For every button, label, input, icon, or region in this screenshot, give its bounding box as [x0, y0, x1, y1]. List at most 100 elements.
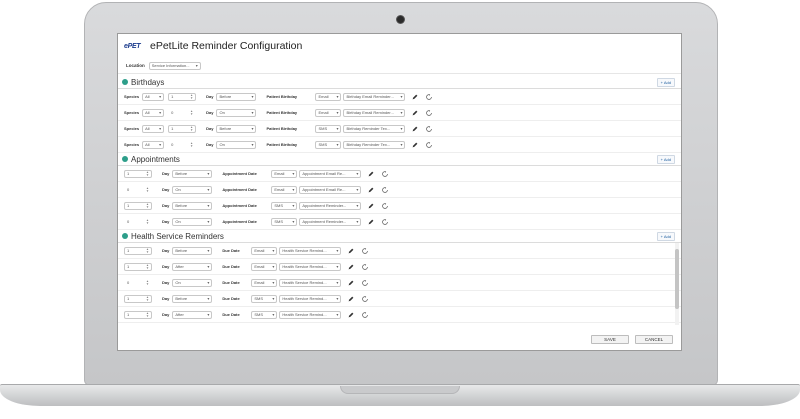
- day-select[interactable]: On ▾: [216, 140, 257, 149]
- collapse-toggle[interactable]: [122, 79, 128, 85]
- method-select[interactable]: SMS ▾: [315, 124, 342, 133]
- scrollbar-thumb[interactable]: [675, 249, 679, 309]
- stepper-arrows-icon: ▲ ▼: [146, 201, 149, 209]
- day-select[interactable]: Before ▾: [216, 92, 257, 101]
- reset-icon[interactable]: [361, 295, 369, 303]
- quantity-stepper[interactable]: 0 ▲ ▼: [124, 186, 152, 194]
- quantity-stepper[interactable]: 0 ▲ ▼: [124, 279, 152, 287]
- template-select[interactable]: Health Service Remind... ▾: [279, 278, 342, 287]
- template-select[interactable]: Birthday Email Reminder... ▾: [343, 92, 406, 101]
- reset-icon[interactable]: [381, 202, 389, 210]
- edit-icon[interactable]: [411, 93, 419, 101]
- method-select[interactable]: SMS ▾: [271, 201, 298, 210]
- add-birthday-button[interactable]: + Add: [656, 77, 675, 87]
- method-select[interactable]: Email ▾: [251, 278, 278, 287]
- reset-icon[interactable]: [425, 93, 433, 101]
- edit-icon[interactable]: [367, 186, 375, 194]
- day-value: Before: [219, 126, 232, 131]
- template-select[interactable]: Health Service Remind... ▾: [279, 262, 342, 271]
- day-select[interactable]: On ▾: [172, 278, 213, 287]
- edit-icon[interactable]: [411, 109, 419, 117]
- quantity-stepper[interactable]: 1 ▲ ▼: [124, 294, 152, 303]
- template-select[interactable]: Birthday Email Reminder... ▾: [343, 108, 406, 117]
- species-select[interactable]: All ▾: [142, 124, 165, 133]
- chevron-down-icon: ▾: [356, 187, 359, 192]
- add-appointment-button[interactable]: + Add: [656, 154, 675, 164]
- reset-icon[interactable]: [381, 186, 389, 194]
- edit-icon[interactable]: [347, 247, 355, 255]
- reset-icon[interactable]: [425, 141, 433, 149]
- reset-icon[interactable]: [425, 109, 433, 117]
- day-select[interactable]: Before ▾: [172, 294, 213, 303]
- day-select[interactable]: After ▾: [172, 310, 213, 319]
- template-select[interactable]: Appointment Reminder... ▾: [299, 217, 362, 226]
- quantity-stepper[interactable]: 1 ▲ ▼: [168, 92, 197, 101]
- reset-icon[interactable]: [361, 263, 369, 271]
- collapse-toggle[interactable]: [122, 233, 128, 239]
- day-select[interactable]: Before ▾: [172, 201, 213, 210]
- template-select[interactable]: Birthday Reminder Tex... ▾: [343, 124, 406, 133]
- edit-icon[interactable]: [411, 125, 419, 133]
- quantity-stepper[interactable]: 1 ▲ ▼: [124, 310, 152, 319]
- chevron-down-icon: ▾: [159, 126, 162, 131]
- cancel-button[interactable]: CANCEL: [635, 335, 673, 344]
- day-select[interactable]: Before ▾: [172, 169, 213, 178]
- method-select[interactable]: SMS ▾: [251, 310, 278, 319]
- edit-icon[interactable]: [367, 202, 375, 210]
- edit-icon[interactable]: [347, 311, 355, 319]
- template-value: Appointment Email Re...: [302, 171, 346, 176]
- method-select[interactable]: Email ▾: [315, 108, 342, 117]
- edit-icon[interactable]: [347, 263, 355, 271]
- reset-icon[interactable]: [361, 279, 369, 287]
- save-button[interactable]: SAVE: [591, 335, 629, 344]
- template-select[interactable]: Appointment Email Re... ▾: [299, 185, 362, 194]
- method-select[interactable]: Email ▾: [271, 185, 298, 194]
- template-select[interactable]: Birthday Reminder Tex... ▾: [343, 140, 406, 149]
- quantity-stepper[interactable]: 1 ▲ ▼: [124, 169, 152, 178]
- add-health-reminder-button[interactable]: + Add: [656, 231, 675, 241]
- method-select[interactable]: SMS ▾: [271, 217, 298, 226]
- method-select[interactable]: Email ▾: [251, 246, 278, 255]
- day-label: Day: [206, 94, 214, 99]
- method-select[interactable]: Email ▾: [271, 169, 298, 178]
- day-select[interactable]: Before ▾: [172, 246, 213, 255]
- quantity-value: 1: [127, 312, 130, 317]
- reset-icon[interactable]: [361, 247, 369, 255]
- method-select[interactable]: SMS ▾: [251, 294, 278, 303]
- day-select[interactable]: Before ▾: [216, 124, 257, 133]
- template-select[interactable]: Appointment Email Re... ▾: [299, 169, 362, 178]
- day-select[interactable]: On ▾: [172, 217, 213, 226]
- edit-icon[interactable]: [367, 170, 375, 178]
- day-select[interactable]: After ▾: [172, 262, 213, 271]
- quantity-stepper[interactable]: 1 ▲ ▼: [124, 246, 152, 255]
- trigger-label: Appointment Date: [222, 219, 257, 224]
- reset-icon[interactable]: [381, 170, 389, 178]
- method-select[interactable]: SMS ▾: [315, 140, 342, 149]
- species-select[interactable]: All ▾: [142, 140, 165, 149]
- quantity-stepper[interactable]: 0 ▲ ▼: [124, 218, 152, 226]
- quantity-stepper[interactable]: 0 ▲ ▼: [168, 141, 196, 149]
- method-select[interactable]: Email ▾: [251, 262, 278, 271]
- quantity-stepper[interactable]: 1 ▲ ▼: [168, 124, 197, 133]
- quantity-stepper[interactable]: 1 ▲ ▼: [124, 201, 152, 210]
- species-select[interactable]: All ▾: [142, 108, 165, 117]
- quantity-stepper[interactable]: 1 ▲ ▼: [124, 262, 152, 271]
- reset-icon[interactable]: [381, 218, 389, 226]
- template-select[interactable]: Health Service Remind... ▾: [279, 310, 342, 319]
- template-select[interactable]: Appointment Reminder... ▾: [299, 201, 362, 210]
- edit-icon[interactable]: [367, 218, 375, 226]
- edit-icon[interactable]: [347, 295, 355, 303]
- collapse-toggle[interactable]: [122, 156, 128, 162]
- method-select[interactable]: Email ▾: [315, 92, 342, 101]
- template-select[interactable]: Health Service Remind... ▾: [279, 246, 342, 255]
- edit-icon[interactable]: [347, 279, 355, 287]
- quantity-stepper[interactable]: 0 ▲ ▼: [168, 109, 196, 117]
- reset-icon[interactable]: [361, 311, 369, 319]
- species-select[interactable]: All ▾: [142, 92, 165, 101]
- day-select[interactable]: On ▾: [172, 185, 213, 194]
- template-select[interactable]: Health Service Remind... ▾: [279, 294, 342, 303]
- edit-icon[interactable]: [411, 141, 419, 149]
- reset-icon[interactable]: [425, 125, 433, 133]
- location-select[interactable]: Service Information... ▾: [148, 61, 201, 70]
- day-select[interactable]: On ▾: [216, 108, 257, 117]
